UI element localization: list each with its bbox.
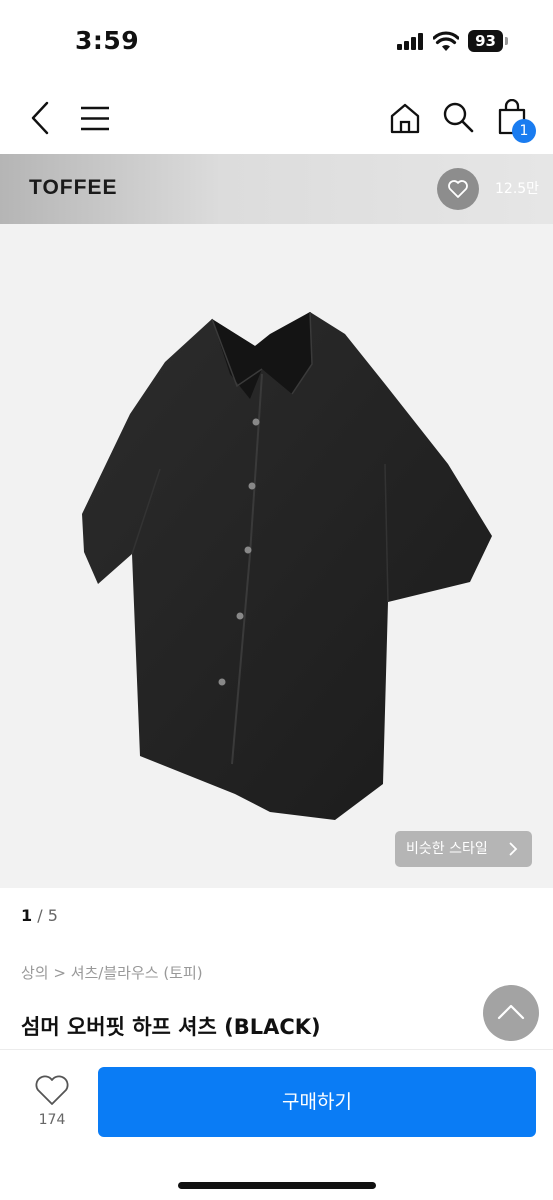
product-shirt-image <box>82 311 492 820</box>
buy-button[interactable]: 구매하기 <box>98 1067 536 1137</box>
chevron-up-icon <box>497 1004 525 1020</box>
brand-like-count: 12.5만 <box>495 181 540 197</box>
bottom-action-bar: 174 구매하기 <box>0 1049 553 1200</box>
home-icon[interactable] <box>389 102 421 134</box>
pager-current: 1 <box>21 906 33 925</box>
chevron-right-icon <box>509 842 518 856</box>
pager-total: 5 <box>47 906 58 925</box>
brand-like-button[interactable] <box>437 168 479 210</box>
heart-icon[interactable] <box>34 1075 70 1107</box>
similar-style-button[interactable]: 비슷한 스타일 <box>395 831 532 867</box>
status-bar: 3:59 93 <box>0 0 553 84</box>
cellular-signal-icon <box>397 33 425 50</box>
top-nav-bar: 1 <box>0 84 553 154</box>
home-indicator <box>178 1182 376 1189</box>
scroll-to-top-button[interactable] <box>483 985 539 1041</box>
image-pager: 1 / 5 <box>21 906 58 925</box>
battery-icon: 93 <box>468 30 508 52</box>
brand-name[interactable]: TOFFEE <box>29 176 117 200</box>
brand-bar[interactable]: TOFFEE 12.5만 <box>0 154 553 224</box>
cart-count-badge: 1 <box>512 119 536 143</box>
product-title: 섬머 오버핏 하프 셔츠 (BLACK) <box>21 1015 321 1039</box>
menu-icon[interactable] <box>80 106 110 131</box>
similar-style-label: 비슷한 스타일 <box>406 841 488 857</box>
product-like-count: 174 <box>38 1112 66 1128</box>
heart-icon <box>448 180 468 198</box>
status-time: 3:59 <box>75 26 140 55</box>
pager-separator: / <box>32 906 48 925</box>
category-breadcrumb[interactable]: 상의 > 셔츠/블라우스 (토피) <box>21 962 203 983</box>
search-icon[interactable] <box>442 101 474 133</box>
back-icon[interactable] <box>28 101 52 135</box>
product-image-carousel[interactable]: 비슷한 스타일 <box>0 224 553 888</box>
wifi-icon <box>433 31 459 51</box>
battery-level: 93 <box>468 30 503 52</box>
